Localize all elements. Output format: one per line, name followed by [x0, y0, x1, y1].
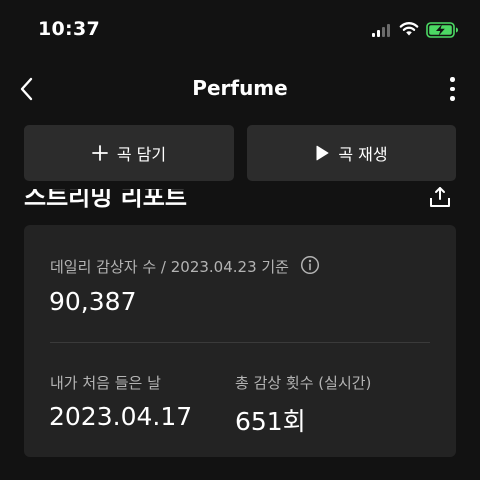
cellular-signal-icon [372, 24, 392, 37]
more-options-button[interactable] [440, 72, 464, 106]
play-song-label: 곡 재생 [338, 145, 388, 164]
daily-listeners-value: 90,387 [49, 287, 137, 316]
status-time: 10:37 [38, 18, 100, 40]
battery-charging-icon [426, 22, 458, 38]
share-icon[interactable] [428, 186, 452, 208]
section-title: 스트리밍 리포트 [24, 189, 187, 209]
plus-icon [91, 145, 108, 161]
wifi-icon [399, 22, 419, 36]
add-song-label: 곡 담기 [116, 145, 167, 164]
section-heading-clip: 스트리밍 리포트 [24, 189, 364, 209]
daily-listeners-label: 데일리 감상자 수 / 2023.04.23 기준 [50, 258, 289, 276]
total-plays-label: 총 감상 횟수 (실시간) [235, 374, 372, 392]
app-screen: 10:37 Perfume 곡 담기 곡 재생 스트리밍 리포트 데일리 감상자… [0, 0, 480, 480]
first-listen-value: 2023.04.17 [49, 402, 193, 431]
total-plays-value: 651회 [235, 407, 306, 436]
info-icon[interactable] [300, 255, 320, 275]
page-title: Perfume [192, 76, 288, 100]
play-icon [316, 145, 329, 161]
play-song-button[interactable]: 곡 재생 [247, 125, 456, 181]
add-song-button[interactable]: 곡 담기 [24, 125, 234, 181]
streaming-report-card: 데일리 감상자 수 / 2023.04.23 기준 90,387 내가 처음 들… [24, 225, 456, 457]
first-listen-label: 내가 처음 들은 날 [50, 374, 161, 392]
divider [50, 342, 430, 343]
